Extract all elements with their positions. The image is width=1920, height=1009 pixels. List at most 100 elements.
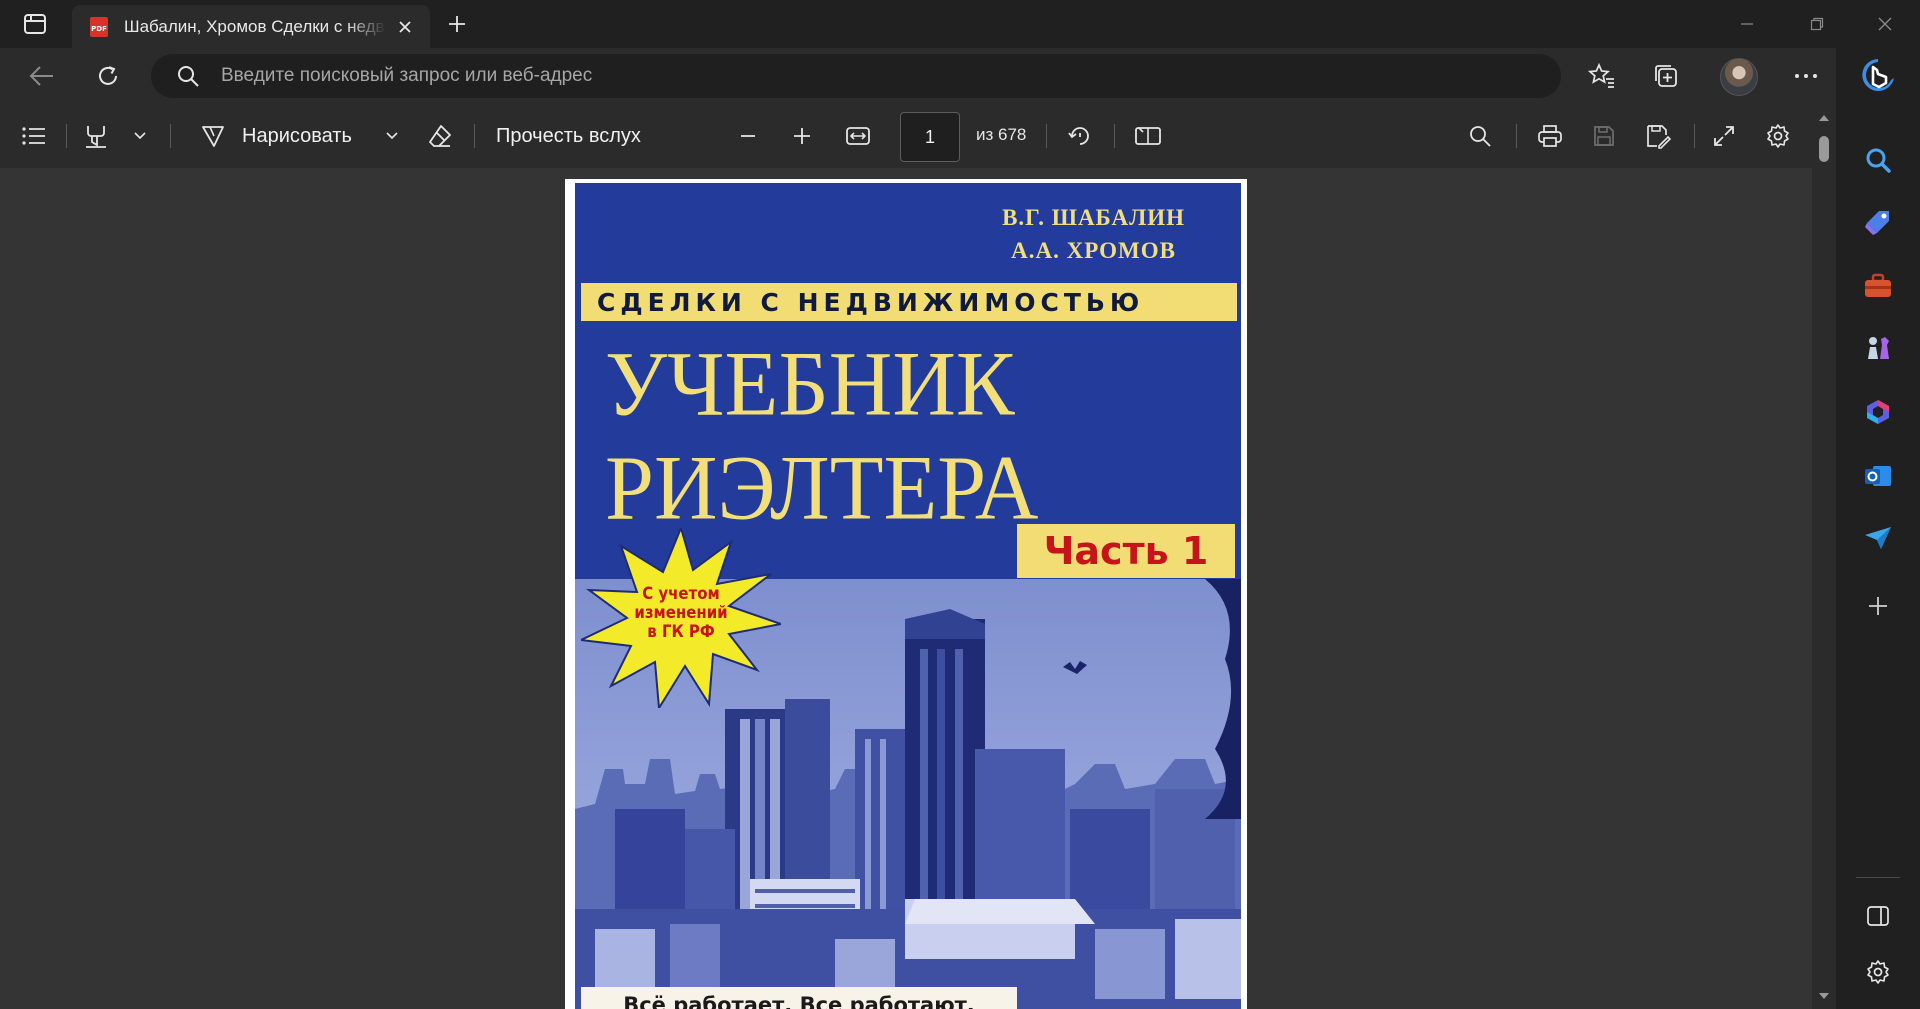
starburst-text: С учетом изменений в ГК РФ (628, 585, 734, 642)
svg-text:PDF: PDF (91, 25, 107, 33)
current-page: 1 (924, 126, 935, 147)
gear-icon (1867, 960, 1889, 984)
collections-button[interactable] (1646, 56, 1686, 96)
starburst-line-1: С учетом (642, 584, 720, 604)
new-tab-button[interactable] (440, 8, 474, 40)
read-aloud-label: Прочесть вслух (496, 124, 641, 147)
draw-button[interactable]: Нарисовать (242, 118, 372, 154)
save-as-button[interactable] (1640, 118, 1676, 154)
more-icon (1795, 74, 1817, 78)
bottom-slogan-band: Всё работает. Все работают. (581, 987, 1017, 1009)
sidebar-games-button[interactable] (1858, 328, 1898, 368)
refresh-icon (99, 66, 117, 85)
pdf-viewer[interactable]: В.Г. ШАБАЛИН А.А. ХРОМОВ СДЕЛКИ С НЕДВИЖ… (0, 168, 1812, 1009)
chevron-down-icon (134, 132, 146, 140)
pdf-settings-button[interactable] (1760, 118, 1796, 154)
expand-icon (1714, 126, 1734, 146)
tab-active[interactable]: PDF Шабалин, Хромов Сделки с недвижимост… (72, 5, 430, 48)
close-window-button[interactable] (1852, 0, 1918, 48)
save-as-icon (1647, 125, 1671, 149)
refresh-button[interactable] (88, 56, 128, 96)
scroll-up-icon[interactable] (1818, 112, 1830, 124)
sidebar-shopping-button[interactable] (1858, 202, 1898, 242)
minimize-button[interactable] (1714, 0, 1780, 48)
paper-plane-icon (1865, 527, 1891, 549)
printer-icon (1538, 125, 1562, 147)
author-1: В.Г. ШАБАЛИН (1002, 205, 1185, 230)
book-cover: В.Г. ШАБАЛИН А.А. ХРОМОВ СДЕЛКИ С НЕДВИЖ… (575, 183, 1241, 1009)
page-view-icon (1135, 127, 1161, 145)
erase-button[interactable] (422, 118, 458, 154)
find-button[interactable] (1462, 118, 1498, 154)
list-icon (22, 127, 45, 145)
address-bar[interactable] (151, 54, 1561, 98)
back-button[interactable] (22, 56, 62, 96)
series-band: СДЕЛКИ С НЕДВИЖИМОСТЬЮ (581, 283, 1237, 321)
edge-sidebar (1836, 48, 1920, 1009)
zoom-out-button[interactable] (730, 118, 766, 154)
more-menu-button[interactable] (1786, 56, 1826, 96)
zoom-in-button[interactable] (784, 118, 820, 154)
starburst-line-2: изменений (634, 603, 728, 623)
close-icon (399, 20, 411, 33)
page-total: из 678 (976, 125, 1027, 144)
page-number-input[interactable]: 1 (900, 112, 960, 162)
save-icon (1594, 126, 1614, 146)
sidebar-office-button[interactable] (1858, 392, 1898, 432)
sidebar-search-button[interactable] (1858, 140, 1898, 180)
draw-options-button[interactable] (378, 118, 406, 154)
star-list-icon (1588, 63, 1614, 88)
fullscreen-button[interactable] (1706, 118, 1742, 154)
close-icon (1878, 17, 1892, 31)
profile-avatar[interactable] (1720, 58, 1758, 96)
toolbox-icon (1865, 273, 1891, 297)
sidebar-settings-button[interactable] (1858, 952, 1898, 992)
chevron-down-icon (386, 132, 398, 140)
microsoft-365-icon (1867, 400, 1889, 424)
author-2: А.А. ХРОМОВ (1011, 238, 1176, 263)
sidebar-add-button[interactable] (1858, 586, 1898, 626)
rotate-button[interactable] (1062, 118, 1098, 154)
tab-actions-icon (24, 14, 46, 34)
starburst-line-3: в ГК РФ (647, 622, 715, 642)
part-label: Часть 1 (1043, 529, 1209, 573)
draw-icon-wrap[interactable] (196, 118, 230, 154)
vertical-scrollbar[interactable] (1812, 104, 1836, 1009)
eraser-icon (429, 125, 451, 147)
plus-icon (1869, 597, 1887, 615)
plus-icon (449, 16, 465, 32)
contents-button[interactable] (16, 118, 52, 154)
fit-width-button[interactable] (840, 118, 876, 154)
bing-chat-icon (1862, 59, 1894, 91)
copilot-button[interactable] (1858, 56, 1898, 96)
chess-icon (1868, 337, 1889, 359)
book-title-line-2: РИЭЛТЕРА (605, 437, 1039, 540)
page-view-button[interactable] (1130, 118, 1166, 154)
fit-width-icon (846, 127, 870, 145)
restore-button[interactable] (1784, 0, 1850, 48)
tab-actions-button[interactable] (14, 8, 56, 40)
address-input[interactable] (219, 64, 1523, 88)
book-title-line-1: УЧЕБНИК (605, 333, 1015, 436)
search-icon (175, 63, 201, 89)
minus-icon (741, 135, 755, 137)
gear-icon (1767, 124, 1789, 148)
read-aloud-button[interactable]: Прочесть вслух (496, 118, 666, 154)
favorites-button[interactable] (1582, 56, 1622, 96)
highlight-button[interactable] (78, 118, 114, 154)
highlighter-icon (86, 126, 106, 148)
print-button[interactable] (1532, 118, 1568, 154)
scroll-down-icon[interactable] (1818, 990, 1830, 1002)
tab-close-button[interactable] (392, 14, 418, 40)
sidebar-outlook-button[interactable] (1858, 456, 1898, 496)
navigation-bar (0, 48, 1836, 104)
plus-icon (794, 128, 810, 144)
arrow-left-icon (29, 66, 53, 86)
highlight-options-button[interactable] (126, 118, 154, 154)
sidebar-tools-button[interactable] (1858, 266, 1898, 306)
hide-sidebar-button[interactable] (1858, 896, 1898, 936)
save-button[interactable] (1586, 118, 1622, 154)
sidebar-drop-button[interactable] (1858, 518, 1898, 558)
minimize-icon (1741, 23, 1753, 25)
scroll-thumb[interactable] (1819, 136, 1829, 162)
